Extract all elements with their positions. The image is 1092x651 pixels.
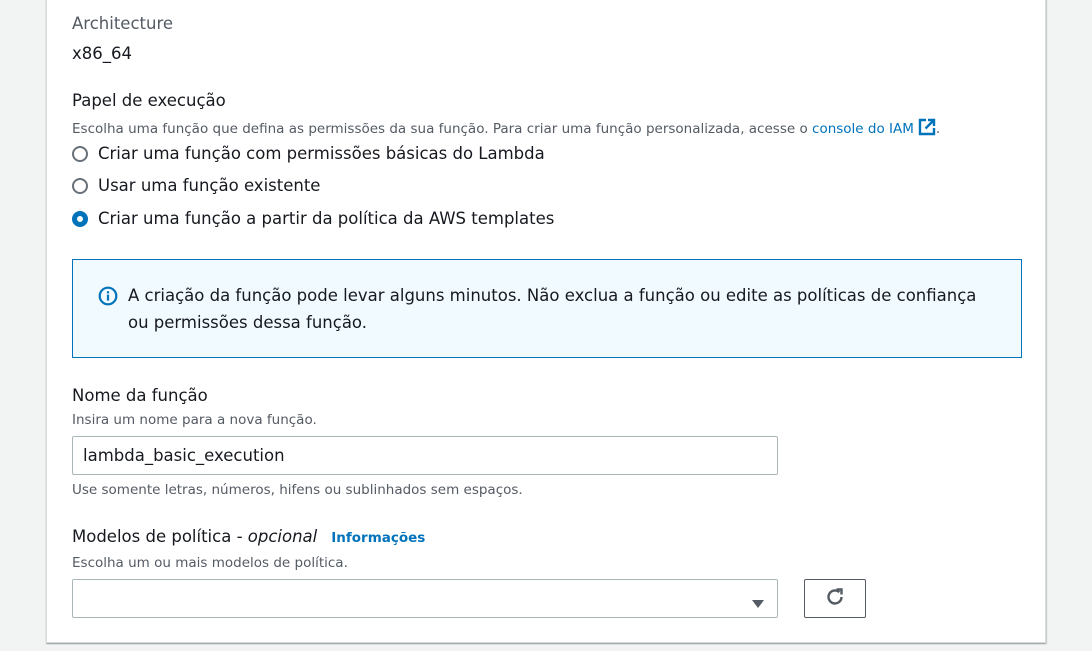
policy-templates-label: Modelos de política - [72,527,248,546]
radio-button[interactable] [72,177,88,194]
info-link[interactable]: Informações [331,530,425,546]
role-name-description: Insira um nome para a nova função. [72,412,317,428]
optional-label: opcional [247,527,318,546]
caret-down-icon[interactable] [751,594,765,613]
policy-templates-header: Modelos de política - opcional Informaçõe… [72,527,425,546]
policy-templates-description: Escolha um ou mais modelos de política. [72,555,348,571]
radio-label: Criar uma função com permissões básicas … [98,144,545,163]
radio-button-selected[interactable] [72,210,88,227]
architecture-label: Architecture [72,14,174,33]
refresh-button[interactable] [804,579,866,618]
info-alert: A criação da função pode levar alguns mi… [72,259,1022,358]
info-circle-icon [98,286,118,310]
external-link-icon[interactable] [918,118,936,140]
policy-templates-select[interactable] [72,579,778,618]
role-name-input[interactable]: lambda_basic_execution [72,436,778,475]
role-name-constraint: Use somente letras, números, hifens ou s… [72,482,523,498]
iam-console-link[interactable]: console do IAM [812,121,914,137]
radio-basic-permissions[interactable]: Criar uma função com permissões básicas … [72,144,545,163]
radio-button[interactable] [72,145,88,162]
execution-role-description: Escolha uma função que defina as permiss… [72,118,940,140]
radio-label: Criar uma função a partir da política da… [98,209,555,228]
architecture-value: x86_64 [72,44,133,63]
refresh-icon [824,586,846,612]
radio-label: Usar uma função existente [98,176,321,195]
execution-role-description-end: . [935,121,941,137]
radio-policy-templates[interactable]: Criar uma função a partir da política da… [72,209,554,228]
configuration-panel: Architecture x86_64 Papel de execução Es… [46,0,1046,643]
radio-existing-role[interactable]: Usar uma função existente [72,176,320,195]
info-alert-text: A criação da função pode levar alguns mi… [128,286,977,332]
execution-role-label: Papel de execução [72,91,226,110]
execution-role-description-text: Escolha uma função que defina as permiss… [72,121,813,137]
role-name-label: Nome da função [72,386,208,405]
